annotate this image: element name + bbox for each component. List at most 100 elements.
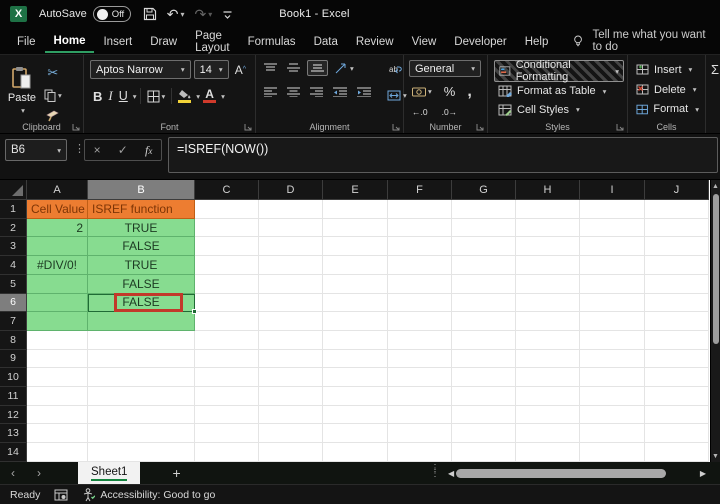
row-header-4[interactable]: 4 bbox=[0, 256, 27, 275]
tab-formulas[interactable]: Formulas bbox=[239, 31, 305, 52]
formula-input[interactable]: =ISREF(NOW()) bbox=[168, 137, 718, 173]
delete-cells-button[interactable]: Delete ▾ bbox=[633, 80, 702, 100]
tab-view[interactable]: View bbox=[403, 31, 446, 52]
copy-button[interactable]: ▾ bbox=[41, 87, 65, 104]
next-sheet-arrow[interactable]: › bbox=[26, 466, 52, 480]
cell-B1[interactable]: ISREF function bbox=[88, 200, 195, 219]
borders-button[interactable]: ▾ bbox=[144, 88, 169, 105]
cell-A11[interactable] bbox=[27, 387, 88, 406]
cell-styles-button[interactable]: Cell Styles ▾ bbox=[494, 101, 624, 120]
comma-style-button[interactable]: , bbox=[464, 83, 474, 99]
cell-C2[interactable] bbox=[195, 218, 259, 238]
cell-A6[interactable] bbox=[27, 293, 88, 313]
tab-file[interactable]: File bbox=[8, 31, 45, 52]
cell-F2[interactable] bbox=[388, 218, 452, 238]
scroll-up-arrow[interactable]: ▲ bbox=[712, 180, 719, 192]
cell-I14[interactable] bbox=[580, 443, 645, 462]
cell-F4[interactable] bbox=[388, 256, 452, 275]
italic-button[interactable]: I bbox=[105, 86, 115, 106]
cell-H3[interactable] bbox=[516, 237, 580, 257]
cell-G12[interactable] bbox=[452, 405, 516, 425]
cell-D10[interactable] bbox=[259, 368, 323, 388]
cell-E1[interactable] bbox=[323, 200, 388, 219]
cell-J7[interactable] bbox=[645, 312, 709, 331]
cell-D2[interactable] bbox=[259, 218, 323, 238]
cell-J9[interactable] bbox=[645, 349, 709, 369]
scroll-left-arrow[interactable]: ◀ bbox=[448, 469, 454, 478]
prev-sheet-arrow[interactable]: ‹ bbox=[0, 466, 26, 480]
cell-H8[interactable] bbox=[516, 330, 580, 350]
cell-F13[interactable] bbox=[388, 424, 452, 444]
cell-I8[interactable] bbox=[580, 330, 645, 350]
customize-qat-button[interactable] bbox=[222, 9, 233, 20]
cell-A12[interactable] bbox=[27, 405, 88, 425]
cell-C1[interactable] bbox=[195, 200, 259, 219]
cell-J10[interactable] bbox=[645, 368, 709, 388]
cell-B14[interactable] bbox=[88, 443, 195, 462]
cell-G9[interactable] bbox=[452, 349, 516, 369]
align-center-button[interactable] bbox=[284, 85, 303, 99]
cell-B4[interactable]: TRUE bbox=[88, 256, 195, 275]
tab-page-layout[interactable]: Page Layout bbox=[186, 25, 239, 58]
align-left-button[interactable] bbox=[261, 85, 280, 99]
cell-F8[interactable] bbox=[388, 330, 452, 350]
cell-B9[interactable] bbox=[88, 349, 195, 369]
cell-I2[interactable] bbox=[580, 218, 645, 238]
row-header-9[interactable]: 9 bbox=[0, 349, 27, 369]
cell-J1[interactable] bbox=[645, 200, 709, 219]
cell-G13[interactable] bbox=[452, 424, 516, 444]
cell-J12[interactable] bbox=[645, 405, 709, 425]
cell-G10[interactable] bbox=[452, 368, 516, 388]
cell-J2[interactable] bbox=[645, 218, 709, 238]
cell-H12[interactable] bbox=[516, 405, 580, 425]
percent-style-button[interactable]: % bbox=[441, 82, 459, 101]
orientation-button[interactable]: ▾ bbox=[332, 60, 357, 76]
cell-I7[interactable] bbox=[580, 312, 645, 331]
underline-chevron[interactable]: ▾ bbox=[133, 92, 137, 101]
enter-button[interactable]: ✓ bbox=[118, 143, 128, 157]
autosave-control[interactable]: AutoSave Off bbox=[39, 6, 131, 22]
cell-H13[interactable] bbox=[516, 424, 580, 444]
autosave-toggle[interactable]: Off bbox=[92, 6, 131, 22]
column-header-B[interactable]: B bbox=[88, 180, 195, 200]
cell-J4[interactable] bbox=[645, 256, 709, 275]
increase-indent-button[interactable] bbox=[354, 85, 374, 99]
cell-I12[interactable] bbox=[580, 405, 645, 425]
row-header-13[interactable]: 13 bbox=[0, 424, 27, 444]
tabbar-resize-handle[interactable]: ⋮ ⋮ bbox=[430, 464, 440, 479]
cell-F11[interactable] bbox=[388, 387, 452, 406]
font-dialog-launcher[interactable] bbox=[244, 123, 252, 131]
cell-A9[interactable] bbox=[27, 349, 88, 369]
cell-C12[interactable] bbox=[195, 405, 259, 425]
fill-color-button[interactable] bbox=[175, 87, 194, 105]
accounting-format-button[interactable]: ▾ bbox=[409, 85, 435, 99]
tab-home[interactable]: Home bbox=[44, 30, 95, 53]
cell-H14[interactable] bbox=[516, 443, 580, 462]
cell-I1[interactable] bbox=[580, 200, 645, 219]
cell-C11[interactable] bbox=[195, 387, 259, 406]
cell-H5[interactable] bbox=[516, 274, 580, 294]
cell-B11[interactable] bbox=[88, 387, 195, 406]
cell-B10[interactable] bbox=[88, 368, 195, 388]
cell-I11[interactable] bbox=[580, 387, 645, 406]
cell-C3[interactable] bbox=[195, 237, 259, 257]
increase-font-button[interactable]: A ^ bbox=[232, 61, 249, 79]
cell-G6[interactable] bbox=[452, 293, 516, 313]
underline-button[interactable]: U bbox=[116, 87, 131, 105]
format-cells-button[interactable]: Format ▾ bbox=[633, 99, 702, 119]
cell-I6[interactable] bbox=[580, 293, 645, 313]
decrease-decimal-button[interactable]: .0→ bbox=[439, 105, 461, 119]
cell-D11[interactable] bbox=[259, 387, 323, 406]
alignment-dialog-launcher[interactable] bbox=[392, 123, 400, 131]
conditional-formatting-button[interactable]: Conditional Formatting ▾ bbox=[494, 59, 624, 83]
tab-developer[interactable]: Developer bbox=[445, 31, 515, 52]
redo-button[interactable]: ↷ ▾ bbox=[194, 6, 212, 23]
cell-D5[interactable] bbox=[259, 274, 323, 294]
cell-F14[interactable] bbox=[388, 443, 452, 462]
cell-E6[interactable] bbox=[323, 293, 388, 313]
cell-H11[interactable] bbox=[516, 387, 580, 406]
row-header-5[interactable]: 5 bbox=[0, 274, 27, 294]
cell-E3[interactable] bbox=[323, 237, 388, 257]
row-header-1[interactable]: 1 bbox=[0, 200, 27, 219]
cell-A8[interactable] bbox=[27, 330, 88, 350]
